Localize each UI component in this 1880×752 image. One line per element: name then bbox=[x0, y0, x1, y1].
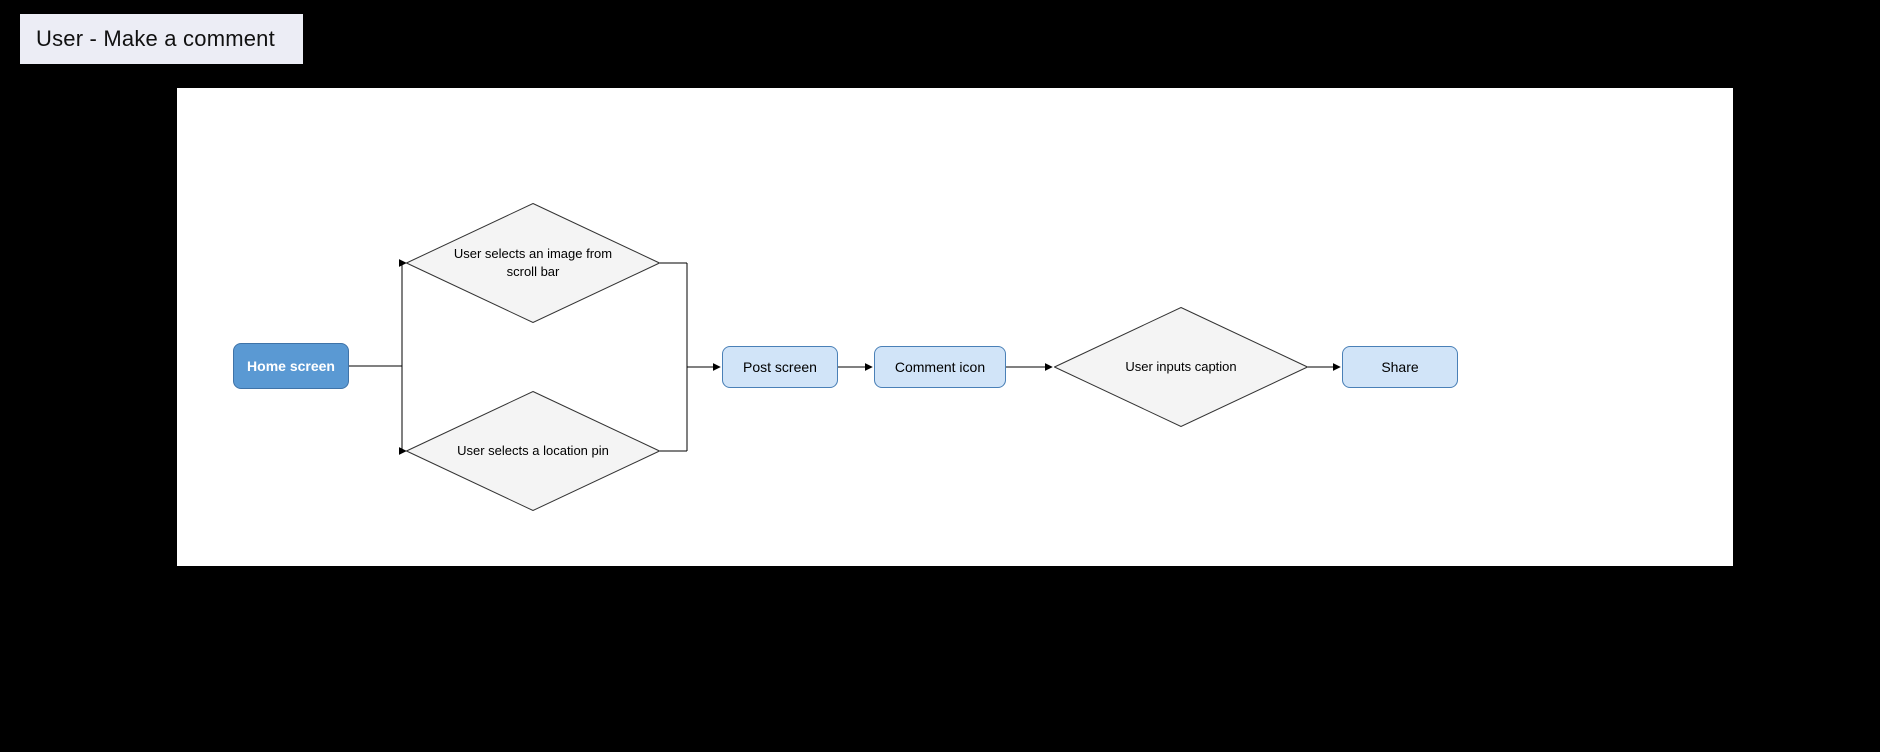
edges bbox=[177, 88, 1733, 566]
diagram-canvas: Home screen User selects an image from s… bbox=[177, 88, 1733, 566]
diagram-title: User - Make a comment bbox=[20, 14, 303, 64]
